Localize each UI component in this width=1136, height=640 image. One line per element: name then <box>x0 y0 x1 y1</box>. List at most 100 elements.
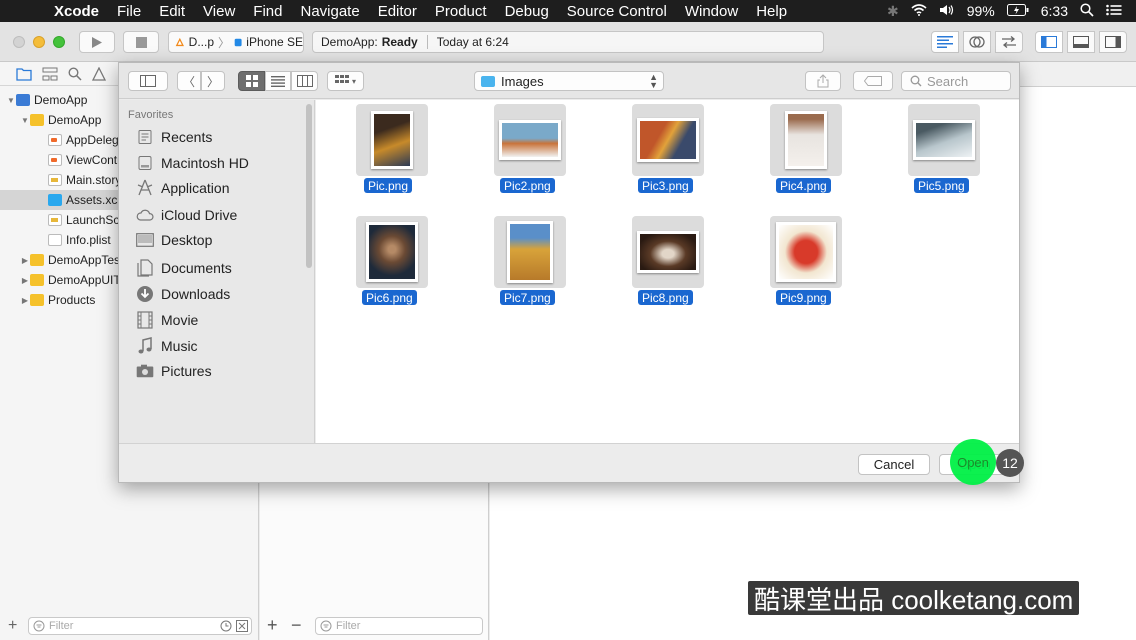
bluetooth-icon[interactable]: ✱ <box>887 3 899 20</box>
tag-icon <box>864 76 882 86</box>
battery-percent[interactable]: 99% <box>967 3 995 19</box>
toggle-utilities-button[interactable] <box>1099 31 1127 53</box>
activity-timestamp: Today at 6:24 <box>436 35 509 49</box>
file-thumbnail[interactable] <box>494 104 566 176</box>
menu-editor[interactable]: Editor <box>369 3 426 20</box>
menu-debug[interactable]: Debug <box>496 3 558 20</box>
stop-button[interactable] <box>123 31 159 53</box>
menu-help[interactable]: Help <box>747 3 796 20</box>
sidebar-scrollbar[interactable] <box>306 104 312 268</box>
source-control-filter-icon[interactable] <box>236 620 248 632</box>
toggle-debug-area-button[interactable] <box>1067 31 1095 53</box>
notification-center-icon[interactable] <box>1106 3 1122 19</box>
issue-navigator-icon[interactable] <box>92 66 106 81</box>
spotlight-search-icon[interactable] <box>1080 2 1094 20</box>
run-button[interactable] <box>79 31 115 53</box>
disclosure-triangle[interactable]: ▶ <box>20 296 30 305</box>
version-editor-button[interactable] <box>995 31 1023 53</box>
battery-charging-icon[interactable] <box>1006 3 1029 19</box>
tags-button[interactable] <box>853 71 893 91</box>
favorite-label: Movie <box>161 312 199 328</box>
image-preview <box>510 224 550 280</box>
list-view-button[interactable] <box>265 71 291 91</box>
menu-source-control[interactable]: Source Control <box>558 3 676 20</box>
assistant-editor-button[interactable] <box>963 31 991 53</box>
toggle-navigator-button[interactable] <box>1035 31 1063 53</box>
file-thumbnail[interactable] <box>356 104 428 176</box>
file-thumbnail[interactable] <box>632 216 704 288</box>
favorite-music[interactable]: Music <box>135 335 198 357</box>
file-thumbnail[interactable] <box>770 104 842 176</box>
arrange-button[interactable]: ▾ <box>327 71 364 91</box>
find-navigator-icon[interactable] <box>68 66 82 81</box>
file-name-label[interactable]: Pic9.png <box>776 290 831 305</box>
asset-filter[interactable]: Filter <box>315 617 483 635</box>
scheme-selector[interactable]: D...p 〉 iPhone SE <box>168 31 304 53</box>
file-thumbnail[interactable] <box>356 216 428 288</box>
column-view-button[interactable] <box>291 71 318 91</box>
swift-file-icon <box>48 154 62 166</box>
file-name-label[interactable]: Pic.png <box>364 178 413 193</box>
forward-button[interactable]: 〉 <box>201 71 225 91</box>
icon-view-button[interactable] <box>238 71 265 91</box>
favorite-downloads[interactable]: Downloads <box>135 283 230 305</box>
menu-navigate[interactable]: Navigate <box>291 3 368 20</box>
menu-view[interactable]: View <box>194 3 244 20</box>
folder-navigator-icon[interactable] <box>16 67 32 81</box>
wifi-icon[interactable] <box>911 3 927 19</box>
remove-asset-button[interactable]: − <box>291 615 302 636</box>
toggle-sidebar-button[interactable] <box>128 71 168 91</box>
zoom-window-button[interactable] <box>53 36 65 48</box>
favorite-documents[interactable]: Documents <box>135 257 232 279</box>
menu-product[interactable]: Product <box>426 3 496 20</box>
cancel-button[interactable]: Cancel <box>858 454 930 475</box>
recent-files-icon[interactable] <box>220 620 232 632</box>
file-name-label[interactable]: Pic2.png <box>500 178 555 193</box>
hierarchy-navigator-icon[interactable] <box>42 67 58 81</box>
disk-icon <box>135 155 155 171</box>
favorites-header: Favorites <box>128 109 174 121</box>
search-field[interactable]: Search <box>901 71 1011 91</box>
disclosure-triangle[interactable]: ▼ <box>6 96 16 105</box>
disclosure-triangle[interactable]: ▶ <box>20 276 30 285</box>
add-file-icon[interactable]: + <box>8 617 17 635</box>
favorite-recents[interactable]: Recents <box>135 126 212 148</box>
file-name-label[interactable]: Pic3.png <box>638 178 693 193</box>
favorite-movie[interactable]: Movie <box>135 309 198 331</box>
file-name-label[interactable]: Pic8.png <box>638 290 693 305</box>
menu-find[interactable]: Find <box>244 3 291 20</box>
menu-file[interactable]: File <box>108 3 150 20</box>
file-thumbnail[interactable] <box>494 216 566 288</box>
back-button[interactable]: 〈 <box>177 71 201 91</box>
favorite-icloud-drive[interactable]: iCloud Drive <box>135 204 237 226</box>
file-thumbnail[interactable] <box>770 216 842 288</box>
file-name-label[interactable]: Pic5.png <box>914 178 969 193</box>
clock[interactable]: 6:33 <box>1041 3 1068 19</box>
file-thumbnail[interactable] <box>908 104 980 176</box>
standard-editor-button[interactable] <box>931 31 959 53</box>
file-name-label[interactable]: Pic4.png <box>776 178 831 193</box>
favorite-macintosh-hd[interactable]: Macintosh HD <box>135 152 249 174</box>
share-button[interactable] <box>805 71 841 91</box>
location-popup[interactable]: Images ▲ ▼ <box>474 71 664 91</box>
dialog-footer: Cancel Open <box>119 443 1019 482</box>
volume-icon[interactable] <box>939 3 955 19</box>
favorite-application[interactable]: Application <box>135 177 230 199</box>
menu-window[interactable]: Window <box>676 3 747 20</box>
navigator-filter[interactable]: Filter <box>28 617 252 635</box>
disclosure-triangle[interactable]: ▼ <box>20 116 30 125</box>
favorite-pictures[interactable]: Pictures <box>135 360 212 382</box>
file-thumbnail[interactable] <box>632 104 704 176</box>
menu-app-name[interactable]: Xcode <box>52 3 108 20</box>
device-icon <box>234 38 242 46</box>
minimize-window-button[interactable] <box>33 36 45 48</box>
asset-folder-icon <box>48 194 62 206</box>
file-name-label[interactable]: Pic6.png <box>362 290 417 305</box>
file-name-label[interactable]: Pic7.png <box>500 290 555 305</box>
menu-edit[interactable]: Edit <box>150 3 194 20</box>
add-asset-button[interactable]: + <box>267 615 278 636</box>
tree-row-label: DemoApp <box>34 93 88 107</box>
disclosure-triangle[interactable]: ▶ <box>20 256 30 265</box>
favorite-desktop[interactable]: Desktop <box>135 229 212 251</box>
close-window-button[interactable] <box>13 36 25 48</box>
